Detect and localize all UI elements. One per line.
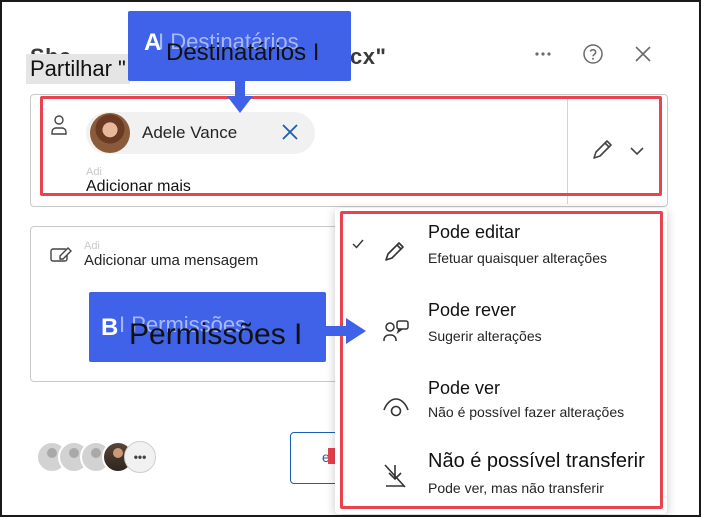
callout-text: Destinatários I: [166, 39, 320, 66]
permission-can-review[interactable]: Pode rever Sugerir alterações: [340, 296, 665, 366]
remove-recipient-icon[interactable]: [281, 121, 299, 147]
callout-letter: B: [101, 314, 119, 341]
review-icon: [382, 318, 410, 349]
person-icon: [50, 114, 68, 141]
shared-with-avatars[interactable]: •••: [36, 441, 156, 473]
add-more-ghost: Adi: [86, 166, 102, 178]
permission-can-view[interactable]: Pode ver Não é possível fazer alterações: [340, 374, 665, 444]
help-circle-icon[interactable]: [581, 42, 605, 66]
eye-icon: [382, 396, 410, 423]
permission-subtitle: Sugerir alterações: [428, 328, 542, 344]
permission-title: Pode editar: [428, 222, 521, 242]
recipient-chip[interactable]: Adele Vance: [86, 112, 315, 154]
recipient-name: Adele Vance: [142, 123, 238, 142]
callout-recipients: I Destinatários A Destinatários I: [128, 11, 351, 81]
add-more-input[interactable]: Adicionar mais: [86, 178, 191, 196]
pencil-icon: [590, 136, 616, 167]
dialog-title-label: Partilhar ": [26, 54, 130, 84]
callout-letter: A: [144, 29, 162, 56]
pencil-icon: [382, 238, 408, 269]
permission-dropdown-button[interactable]: [590, 136, 644, 167]
permission-no-download[interactable]: Não é possível transferir Pode ver, mas …: [340, 444, 665, 514]
permission-can-edit[interactable]: Pode editar Efetuar quaisquer alterações: [340, 216, 665, 286]
callout-text: Permissões I: [129, 318, 303, 351]
callout-permissions: I Permissões B Permissões I: [89, 292, 326, 362]
message-placeholder[interactable]: Adicionar uma mensagem: [84, 252, 258, 269]
more-people-button[interactable]: •••: [124, 441, 156, 473]
message-ghost: Adi: [84, 240, 100, 252]
edit-message-icon: [50, 246, 72, 269]
avatar: [90, 113, 130, 153]
permission-title: Pode ver: [428, 378, 501, 398]
chevron-down-icon: [630, 143, 644, 161]
no-download-icon: [382, 462, 408, 495]
ellipsis-icon[interactable]: [531, 42, 555, 66]
permission-title: Não é possível transferir: [428, 450, 645, 472]
arrow-right-icon: [322, 318, 366, 344]
arrow-down-icon: [227, 78, 253, 113]
permission-subtitle: Não é possível fazer alterações: [428, 404, 625, 420]
close-icon[interactable]: [631, 42, 655, 66]
permission-subtitle: Pode ver, mas não transferir: [428, 480, 604, 496]
divider: [567, 96, 568, 204]
permission-title: Pode rever: [428, 300, 517, 320]
permission-subtitle: Efetuar quaisquer alterações: [428, 250, 607, 266]
